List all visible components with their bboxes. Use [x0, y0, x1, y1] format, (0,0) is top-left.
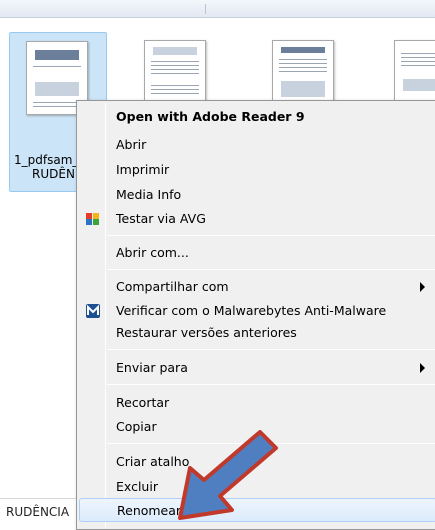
menu-item-open-adobe-reader[interactable]: Open with Adobe Reader 9 — [79, 105, 435, 129]
menu-item-testar-avg[interactable]: Testar via AVG — [79, 207, 435, 231]
menu-separator — [107, 235, 435, 236]
avg-icon — [85, 211, 101, 227]
menu-item-media-info[interactable]: Media Info — [79, 183, 435, 207]
window-top-strip — [0, 0, 435, 18]
menu-item-enviar-para[interactable]: Enviar para — [79, 356, 435, 380]
submenu-arrow-icon — [420, 282, 425, 292]
column-divider — [205, 4, 206, 14]
annotation-arrow-icon — [178, 430, 278, 520]
malwarebytes-icon — [85, 303, 101, 319]
file-name-partial[interactable]: RUDÊNCIA — [6, 505, 69, 519]
submenu-arrow-icon — [420, 363, 425, 373]
menu-item-imprimir[interactable]: Imprimir — [79, 158, 435, 182]
menu-item-abrir-com[interactable]: Abrir com... — [79, 241, 435, 265]
menu-item-compartilhar-com[interactable]: Compartilhar com — [79, 275, 435, 299]
menu-item-abrir[interactable]: Abrir — [79, 133, 435, 157]
menu-separator — [107, 269, 435, 270]
menu-item-malwarebytes[interactable]: Verificar com o Malwarebytes Anti-Malwar… — [79, 299, 435, 323]
menu-separator — [107, 384, 435, 385]
menu-separator — [107, 349, 435, 350]
menu-item-restaurar-versoes[interactable]: Restaurar versões anteriores — [79, 321, 435, 345]
menu-item-recortar[interactable]: Recortar — [79, 391, 435, 415]
